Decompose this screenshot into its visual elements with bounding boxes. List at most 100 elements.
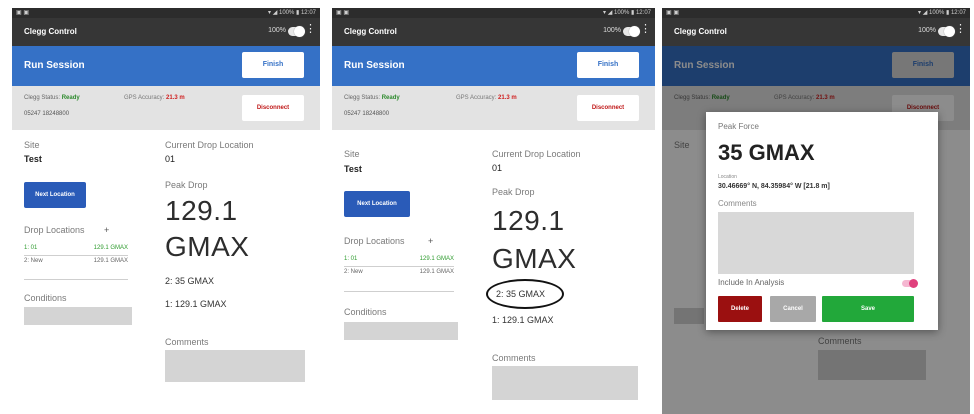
status-bar-icons-left: ▣ ▣ [666,10,680,16]
site-value: Test [344,164,362,174]
app-bar: Clegg Control 100% ⋮ [332,18,655,46]
comments-field[interactable] [165,350,305,382]
peak-drop-number: 129.1 [165,195,238,226]
drop-location-name: 1: 01 [344,256,358,262]
drop-location-value: 129.1 GMAX [93,258,128,264]
current-drop-location-label: Current Drop Location [492,149,581,159]
gps-accuracy-value: 21.3 m [166,95,185,101]
status-ready-text: Ready [61,95,80,101]
finish-button[interactable]: Finish [577,52,639,78]
status-bar: ▣ ▣ ▾ ◢ 100% ▮ 12:07 [12,8,320,18]
run-session-title: Run Session [344,60,405,71]
drop-locations-title: Drop Locations [344,236,405,246]
highlight-circle [486,279,564,309]
clegg-status: Clegg Status: Ready [344,95,400,101]
device-id: 05247 18248800 [344,111,390,117]
include-in-analysis-label: Include In Analysis [718,278,785,287]
conditions-field[interactable] [344,322,458,340]
battery-level: 100% [268,27,286,34]
comments-label: Comments [492,353,536,363]
location-label: Location [718,174,737,180]
run-session-bar: Run Session Finish [12,46,320,86]
app-title: Clegg Control [344,27,397,36]
screen-main-annotated: ▣ ▣ ▾ ◢ 100% ▮ 12:07 Clegg Control 100% … [332,0,655,414]
clegg-status: Clegg Status: Ready [24,95,80,101]
app-title: Clegg Control [24,27,77,36]
dialog-comments-label: Comments [718,199,757,208]
status-bar-icons-right: ▾ ◢ 100% ▮ 12:07 [918,10,966,16]
peak-force-value: 35 GMAX [718,140,815,165]
current-drop-location-value: 01 [492,163,503,173]
overflow-menu-icon[interactable]: ⋮ [955,24,966,35]
peak-drop-label: Peak Drop [492,187,535,197]
finish-button[interactable]: Finish [242,52,304,78]
drop-location-value: 129.1 GMAX [419,269,454,275]
peak-drop-number: 129.1 [492,205,565,236]
site-label: Site [24,140,40,150]
connection-toggle[interactable] [288,26,305,37]
conditions-label: Conditions [24,293,67,303]
battery-level: 100% [603,27,621,34]
add-drop-location-icon[interactable]: + [428,236,433,246]
divider [24,279,128,280]
drop-location-value: 129.1 GMAX [93,245,128,251]
connection-toggle[interactable] [623,26,640,37]
save-button[interactable]: Save [822,296,914,322]
run-session-title: Run Session [24,60,85,71]
status-bar: ▣ ▣ ▾ ◢ 100% ▮ 12:07 [332,8,655,18]
drop-entry[interactable]: 2: 35 GMAX [165,276,214,286]
status-bar-icons-right: ▾ ◢ 100% ▮ 12:07 [603,10,651,16]
status-bar-icons-left: ▣ ▣ [16,10,30,16]
drop-location-value: 129.1 GMAX [419,256,454,262]
drop-location-item[interactable]: 1: 01 129.1 GMAX [24,245,128,253]
peak-drop-label: Peak Drop [165,180,208,190]
disconnect-button[interactable]: Disconnect [577,95,639,121]
app-bar: Clegg Control 100% ⋮ [662,18,970,46]
next-location-button[interactable]: Next Location [344,191,410,217]
peak-force-dialog: Peak Force 35 GMAX Location 30.46669° N,… [706,112,938,330]
peak-drop-unit: GMAX [165,231,250,262]
drop-location-name: 1: 01 [24,245,38,251]
app-bar: Clegg Control 100% ⋮ [12,18,320,46]
drop-location-name: 2: New [24,258,43,264]
gps-accuracy: GPS Accuracy: 21.3 m [456,95,517,101]
current-drop-location-value: 01 [165,154,176,164]
delete-button[interactable]: Delete [718,296,762,322]
drop-entry[interactable]: 1: 129.1 GMAX [492,315,554,325]
status-bar: ▣ ▣ ▾ ◢ 100% ▮ 12:07 [662,8,970,18]
run-session-bar: Run Session Finish [332,46,655,86]
comments-label: Comments [165,337,209,347]
cancel-button[interactable]: Cancel [770,296,816,322]
drop-location-item[interactable]: 2: New 129.1 GMAX [344,269,454,277]
gps-accuracy-value: 21.3 m [498,95,517,101]
include-in-analysis-toggle[interactable] [902,279,918,288]
divider [344,266,454,267]
next-location-button[interactable]: Next Location [24,182,86,208]
comments-field[interactable] [492,366,638,400]
drop-location-name: 2: New [344,269,363,275]
add-drop-location-icon[interactable]: + [104,225,109,235]
site-label: Site [344,149,360,159]
divider [24,255,128,256]
connection-toggle[interactable] [938,26,955,37]
gps-accuracy: GPS Accuracy: 21.3 m [124,95,185,101]
current-drop-location-label: Current Drop Location [165,140,254,150]
dialog-comments-field[interactable] [718,212,914,274]
conditions-field[interactable] [24,307,132,325]
divider [344,291,454,292]
dialog-title: Peak Force [718,122,759,131]
battery-level: 100% [918,27,936,34]
disconnect-button[interactable]: Disconnect [242,95,304,121]
overflow-menu-icon[interactable]: ⋮ [640,24,651,35]
drop-location-item[interactable]: 1: 01 129.1 GMAX [344,256,454,264]
status-bar-icons-left: ▣ ▣ [336,10,350,16]
peak-drop-unit: GMAX [492,243,577,274]
device-id: 05247 18248800 [24,111,70,117]
overflow-menu-icon[interactable]: ⋮ [305,24,316,35]
conditions-label: Conditions [344,307,387,317]
status-ready-text: Ready [381,95,400,101]
drop-location-item[interactable]: 2: New 129.1 GMAX [24,258,128,266]
screen-main: ▣ ▣ ▾ ◢ 100% ▮ 12:07 Clegg Control 100% … [12,0,320,414]
device-status-row: Clegg Status: Ready 05247 18248800 GPS A… [12,86,320,130]
drop-entry[interactable]: 1: 129.1 GMAX [165,299,227,309]
